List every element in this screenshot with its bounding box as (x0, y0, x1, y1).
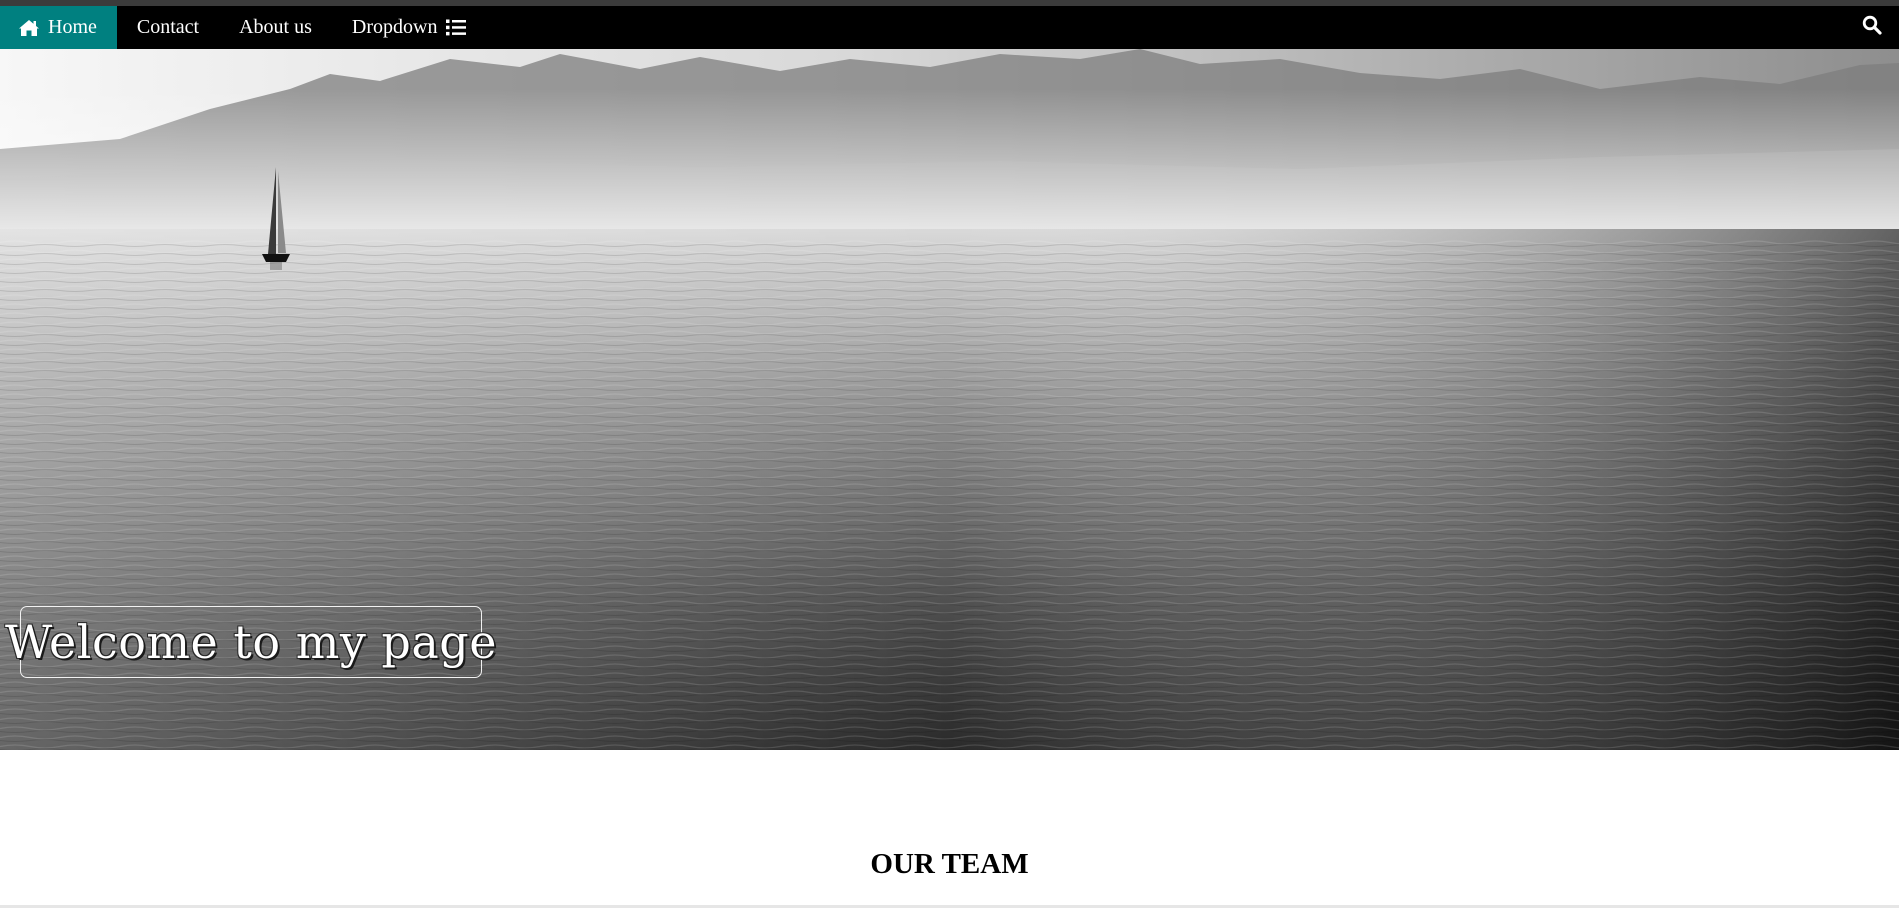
nav-dropdown-label: Dropdown (351, 16, 438, 38)
list-icon (446, 19, 467, 36)
home-icon (18, 19, 40, 37)
section-title: OUR TEAM (870, 848, 1029, 880)
nav-contact[interactable]: Contact (117, 6, 219, 49)
nav-home[interactable]: Home (0, 6, 117, 49)
search-icon (1862, 15, 1882, 40)
navbar: Home Contact About us Dropdown (0, 6, 1899, 49)
nav-contact-label: Contact (136, 16, 200, 38)
hero-title: Welcome to my page (5, 606, 496, 678)
hero-banner: Welcome to my page (0, 49, 1899, 750)
nav-home-label: Home (48, 16, 97, 38)
nav-about-label: About us (239, 16, 312, 38)
nav-about[interactable]: About us (219, 6, 332, 49)
nav-dropdown[interactable]: Dropdown (332, 6, 487, 49)
search-button[interactable] (1845, 6, 1899, 49)
